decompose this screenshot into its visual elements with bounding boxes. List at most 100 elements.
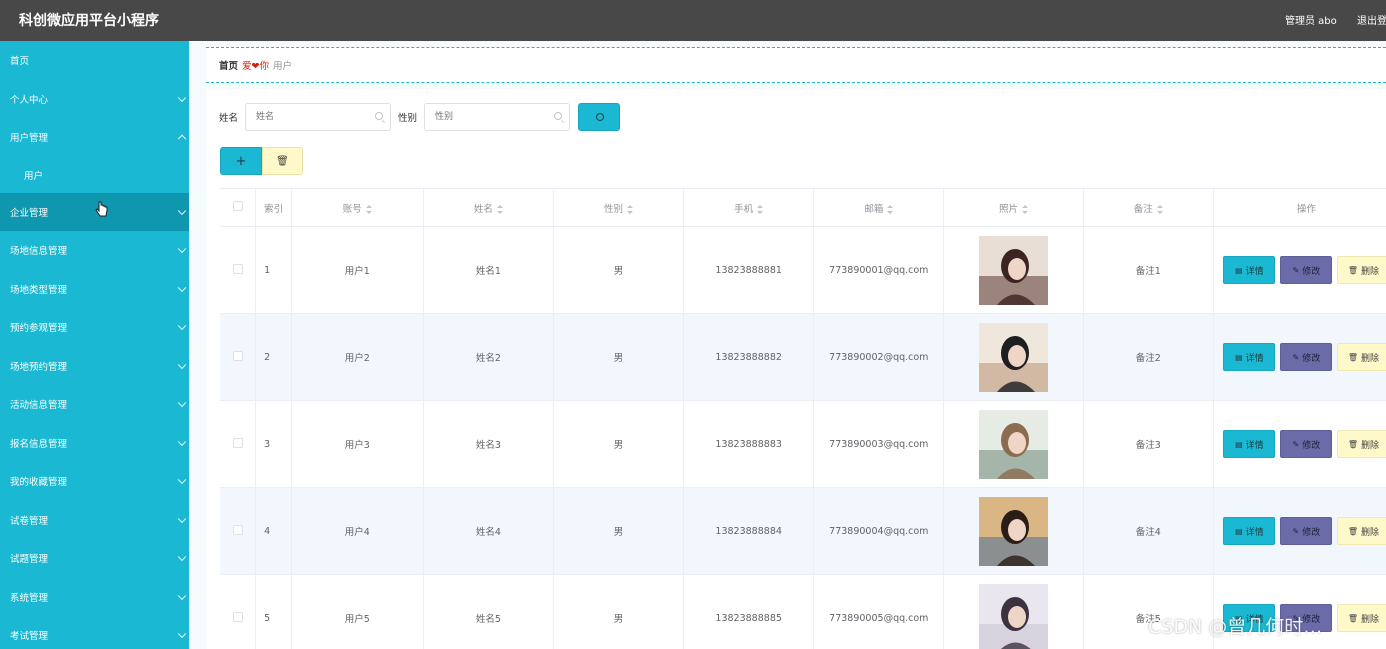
cell-phone: 13823888883 xyxy=(683,400,815,488)
batch-delete-button[interactable]: 🗑 xyxy=(262,147,303,175)
gender-search-input[interactable] xyxy=(424,103,571,131)
document-icon: ▤ xyxy=(1235,352,1243,362)
sidebar-item-venue-type[interactable]: 场地类型管理 xyxy=(0,270,189,309)
breadcrumb: 首页 爱❤你 用户 xyxy=(206,47,1386,83)
chevron-down-icon xyxy=(177,514,187,523)
edit-button[interactable]: ✎ 修改 xyxy=(1280,517,1333,545)
sidebar-item-exam-papers[interactable]: 试卷管理 xyxy=(0,501,189,540)
col-remark[interactable]: 备注 xyxy=(1083,188,1214,227)
row-checkbox[interactable] xyxy=(232,350,243,361)
sidebar-item-user-management[interactable]: 用户管理 xyxy=(0,118,189,157)
col-ops: 操作 xyxy=(1213,188,1386,227)
col-gender[interactable]: 性别 xyxy=(553,188,685,227)
sidebar-item-label: 个人中心 xyxy=(10,94,49,106)
search-button[interactable] xyxy=(578,103,621,131)
sidebar-item-personal-center[interactable]: 个人中心 xyxy=(0,80,189,119)
trash-icon: 🗑 xyxy=(1347,265,1358,275)
cell-name: 姓名1 xyxy=(423,226,554,314)
delete-button[interactable]: 🗑 删除 xyxy=(1337,430,1386,458)
delete-button[interactable]: 🗑 删除 xyxy=(1337,604,1386,632)
cell-photo xyxy=(943,400,1084,488)
edit-button[interactable]: ✎ 修改 xyxy=(1280,256,1333,284)
sidebar-item-visit-booking[interactable]: 预约参观管理 xyxy=(0,308,189,347)
cell-remark: 备注4 xyxy=(1083,487,1214,575)
cell-account: 用户4 xyxy=(291,487,424,575)
col-name[interactable]: 姓名 xyxy=(423,188,554,227)
add-button[interactable]: + xyxy=(220,147,262,175)
row-checkbox-cell[interactable] xyxy=(220,313,257,401)
detail-label: 详情 xyxy=(1245,527,1264,538)
edit-button[interactable]: ✎ 修改 xyxy=(1280,430,1333,458)
sidebar-item-venue-booking[interactable]: 场地预约管理 xyxy=(0,347,189,386)
row-checkbox-cell[interactable] xyxy=(220,226,257,314)
breadcrumb-current: 用户 xyxy=(273,61,293,72)
cell-gender: 男 xyxy=(553,226,685,314)
delete-button[interactable]: 🗑 删除 xyxy=(1337,256,1386,284)
row-checkbox-cell[interactable] xyxy=(220,487,257,575)
user-photo[interactable] xyxy=(979,409,1049,479)
chevron-down-icon xyxy=(177,398,187,408)
sidebar-item-exams[interactable]: 考试管理 xyxy=(0,616,189,649)
logout-link[interactable]: 退出登 xyxy=(1357,12,1386,27)
row-checkbox[interactable] xyxy=(232,437,243,448)
sidebar-item-registration-info[interactable]: 报名信息管理 xyxy=(0,424,189,463)
heart-icon: ❤ xyxy=(251,61,260,72)
cell-account: 用户5 xyxy=(291,574,424,649)
detail-label: 详情 xyxy=(1245,353,1264,364)
edit-button[interactable]: ✎ 修改 xyxy=(1280,343,1333,371)
cell-name: 姓名3 xyxy=(423,400,554,488)
detail-button[interactable]: ▤ 详情 xyxy=(1223,517,1276,545)
col-account[interactable]: 账号 xyxy=(291,188,424,227)
cell-index: 4 xyxy=(255,487,292,575)
col-phone-label: 手机 xyxy=(734,203,754,215)
sort-icon[interactable] xyxy=(757,204,764,214)
sidebar-item-label: 场地预约管理 xyxy=(10,361,68,373)
select-all-checkbox[interactable] xyxy=(232,201,243,211)
trash-icon: 🗑 xyxy=(1347,526,1358,536)
breadcrumb-separator: 爱❤你 xyxy=(242,58,269,72)
sidebar-item-label: 场地类型管理 xyxy=(10,284,68,296)
sidebar-item-questions[interactable]: 试题管理 xyxy=(0,539,189,578)
col-phone[interactable]: 手机 xyxy=(683,188,815,227)
sort-icon[interactable] xyxy=(1156,204,1163,214)
sidebar-item-label: 企业管理 xyxy=(10,207,49,219)
chevron-down-icon xyxy=(177,629,187,639)
sort-icon[interactable] xyxy=(887,204,894,214)
col-account-label: 账号 xyxy=(342,203,362,215)
sidebar-item-activity-info[interactable]: 活动信息管理 xyxy=(0,385,189,424)
sort-icon[interactable] xyxy=(496,204,503,214)
sidebar-item-venue-info[interactable]: 场地信息管理 xyxy=(0,231,189,270)
breadcrumb-home[interactable]: 首页 xyxy=(219,58,238,72)
sort-icon[interactable] xyxy=(365,204,372,214)
cell-phone: 13823888884 xyxy=(683,487,815,575)
separator-right-text: 你 xyxy=(259,61,270,72)
sidebar-item-system[interactable]: 系统管理 xyxy=(0,578,189,617)
sidebar-subitem-users[interactable]: 用户 xyxy=(0,157,189,193)
col-email[interactable]: 邮箱 xyxy=(813,188,945,227)
detail-button[interactable]: ▤ 详情 xyxy=(1223,343,1276,371)
name-search-input[interactable] xyxy=(245,103,392,131)
detail-label: 详情 xyxy=(1245,266,1264,277)
select-all-checkbox-cell[interactable] xyxy=(220,188,257,227)
sidebar-item-favorites[interactable]: 我的收藏管理 xyxy=(0,462,189,501)
row-checkbox[interactable] xyxy=(232,611,243,622)
user-photo[interactable] xyxy=(979,496,1049,566)
document-icon: ▤ xyxy=(1235,265,1243,275)
delete-button[interactable]: 🗑 删除 xyxy=(1337,343,1386,371)
sidebar-item-label: 首页 xyxy=(10,56,30,68)
sidebar-item-home[interactable]: 首页 xyxy=(0,41,189,80)
col-photo[interactable]: 照片 xyxy=(943,188,1084,227)
delete-button[interactable]: 🗑 删除 xyxy=(1337,517,1386,545)
detail-button[interactable]: ▤ 详情 xyxy=(1223,256,1276,284)
col-gender-label: 性别 xyxy=(604,203,624,215)
row-checkbox[interactable] xyxy=(232,524,243,535)
row-checkbox-cell[interactable] xyxy=(220,574,257,649)
row-checkbox-cell[interactable] xyxy=(220,400,257,488)
user-photo[interactable] xyxy=(979,235,1049,305)
detail-button[interactable]: ▤ 详情 xyxy=(1223,430,1276,458)
user-photo[interactable] xyxy=(979,322,1049,392)
row-checkbox[interactable] xyxy=(232,263,243,274)
user-photo[interactable] xyxy=(979,583,1049,649)
sort-icon[interactable] xyxy=(1022,204,1029,214)
sort-icon[interactable] xyxy=(627,204,634,214)
